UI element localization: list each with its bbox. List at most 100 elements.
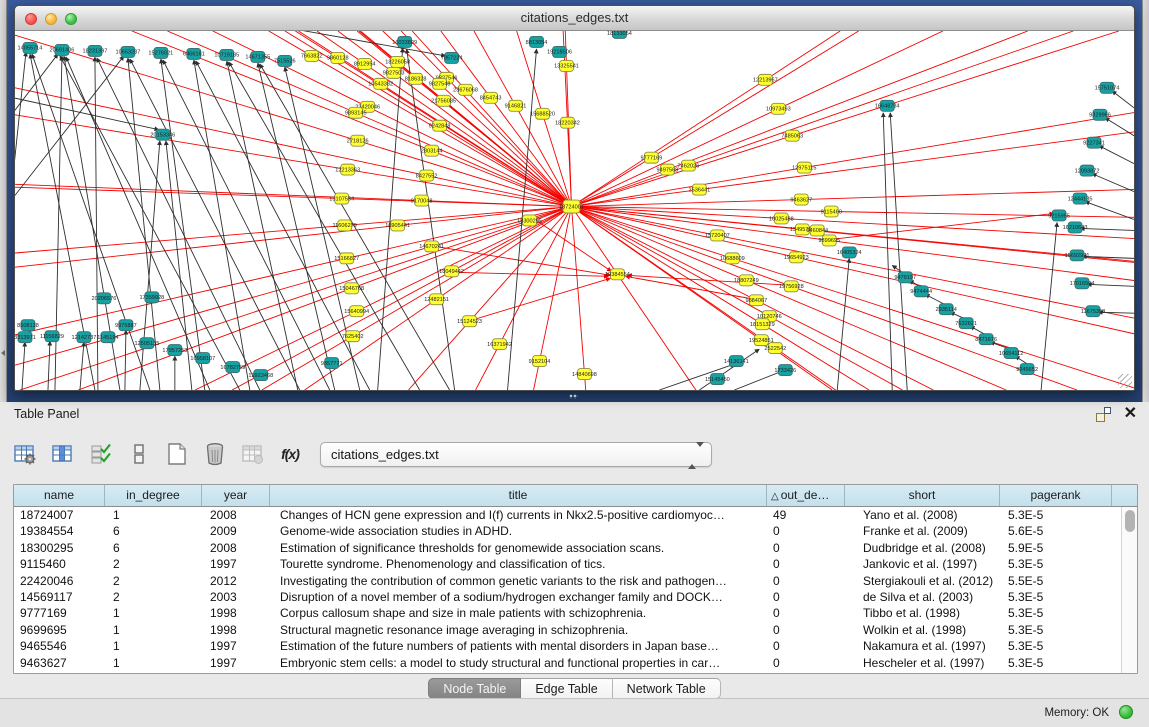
network-canvas[interactable]: 1405571420691406182313971065328715276021… [15,31,1134,390]
tab-edge-table[interactable]: Edge Table [521,678,612,699]
column-header-title[interactable]: title [270,485,767,506]
graph-node[interactable]: 18226058 [385,56,410,67]
graph-node[interactable]: 14840698 [572,369,597,380]
vertical-scrollbar[interactable] [1121,507,1137,673]
graph-node[interactable]: 17016504 [1070,278,1095,289]
graph-node[interactable]: 15276021 [148,47,173,58]
graph-node[interactable]: 8508138 [17,320,39,331]
graph-node[interactable]: 16782759 [220,362,245,373]
graph-node[interactable]: 12142737 [72,332,97,343]
graph-node[interactable]: 12093872 [1075,165,1100,176]
graph-node[interactable]: 15166827 [334,253,359,264]
table-row[interactable]: 969969511998Structural magnetic resonanc… [14,622,1121,638]
graph-node[interactable]: 11156829 [40,331,64,342]
graph-node[interactable]: 14136141 [724,356,749,367]
graph-node[interactable]: 13107554 [329,193,354,204]
graph-node[interactable]: 18133054 [607,31,632,38]
graph-node[interactable]: 15046768 [339,283,364,294]
graph-node[interactable]: 8912954 [354,58,376,69]
graph-node[interactable]: 9860128 [327,52,349,63]
window-titlebar[interactable]: citations_edges.txt [15,6,1134,31]
graph-node[interactable]: 9899695 [818,235,840,246]
collapse-arrow-icon[interactable] [1,350,5,356]
graph-node[interactable]: 7462026 [678,160,700,171]
delete-table-icon[interactable] [200,439,230,469]
table-row[interactable]: 1830029562008Estimation of significance … [14,540,1121,556]
right-panel-edge[interactable] [1142,0,1149,402]
graph-node[interactable]: 1733426 [774,365,796,376]
graph-node[interactable]: 12213967 [753,74,778,85]
graph-node[interactable]: 16405324 [837,247,862,258]
graph-node[interactable]: 18231397 [83,45,108,56]
graph-node[interactable]: 15751074 [1095,82,1120,93]
graph-node[interactable]: 21756085 [431,95,456,106]
graph-node[interactable]: 8813054 [526,36,548,47]
table-row[interactable]: 946362711997Embryonic stem cells: a mode… [14,655,1121,671]
graph-node[interactable]: 13325541 [554,60,579,71]
column-header-year[interactable]: year [202,485,270,506]
graph-node[interactable]: 9215955 [1048,210,1070,221]
tab-network-table[interactable]: Network Table [613,678,721,699]
window-resize-grip[interactable] [1118,374,1132,388]
graph-node[interactable]: 15692971 [1065,250,1090,261]
graph-node[interactable]: 20691406 [50,44,75,55]
graph-node[interactable]: 19756928 [779,281,804,292]
graph-node[interactable]: 15688520 [530,108,555,119]
graph-node[interactable]: 3313971 [15,332,36,343]
float-panel-icon[interactable] [1096,407,1111,422]
close-panel-icon[interactable]: ✕ [1124,404,1137,424]
graph-node[interactable]: 12444135 [1068,193,1093,204]
function-builder-icon[interactable]: f(x) [276,439,306,469]
graph-node[interactable]: 12482151 [424,294,449,305]
graph-node[interactable]: 14055714 [18,42,43,53]
pane-divider-grip[interactable] [569,394,578,399]
graph-node[interactable]: 19218506 [547,46,572,57]
graph-node[interactable]: 7632621 [955,318,977,329]
graph-node[interactable]: 19384554 [605,269,630,280]
graph-node[interactable]: 9857771 [321,358,343,369]
table-row[interactable]: 977716911998Corpus callosum shape and si… [14,605,1121,621]
new-table-icon[interactable] [162,439,192,469]
scrollbar-thumb[interactable] [1125,510,1135,532]
table-row[interactable]: 2242004622012Investigating the contribut… [14,573,1121,589]
column-header-in_degree[interactable]: in_degree [105,485,202,506]
graph-node[interactable]: 18049442 [439,266,464,277]
graph-node[interactable]: 19654923 [784,252,809,263]
citation-network-graph[interactable]: 1405571420691406182313971065328715276021… [15,31,1134,390]
merge-cells-icon[interactable] [124,439,154,469]
graph-node[interactable]: 9242848 [429,120,451,131]
table-row[interactable]: 1456911722003Disruption of a novel membe… [14,589,1121,605]
graph-node[interactable]: 7625402 [342,331,364,342]
graph-node[interactable]: 10025488 [769,213,794,224]
graph-node[interactable]: 10719185 [214,49,239,60]
graph-node[interactable]: 17957253 [162,345,187,356]
graph-node[interactable]: 7515526 [274,55,296,66]
graph-node[interactable]: 9777169 [641,152,663,163]
graph-node[interactable]: 2718126 [347,135,369,146]
graph-node[interactable]: 2935114 [936,304,957,315]
graph-node[interactable]: 16210643 [1063,222,1088,233]
graph-node[interactable]: 9329966 [1089,109,1111,120]
table-row[interactable]: 1872400712008Changes of HCN gene express… [14,507,1121,523]
graph-node[interactable]: 15124523 [457,316,482,327]
graph-node[interactable]: 16033809 [392,36,417,47]
select-column-icon[interactable] [48,439,78,469]
graph-node[interactable]: 8454743 [480,92,502,103]
graph-node[interactable]: 11606279 [332,220,356,231]
graph-node[interactable]: 9463627 [790,194,812,205]
left-panel-edge[interactable] [0,0,7,402]
tab-node-table[interactable]: Node Table [428,678,521,699]
graph-node[interactable]: 6466161 [183,48,205,59]
memory-ok-indicator[interactable] [1119,705,1133,719]
graph-node[interactable]: 10654112 [999,348,1023,359]
graph-node[interactable]: 11675358 [1081,306,1105,317]
table-settings-icon[interactable] [10,439,40,469]
graph-node[interactable]: 9245652 [1016,364,1038,375]
network-selector[interactable]: citations_edges.txt [320,442,712,467]
graph-node[interactable]: 14671355 [245,51,270,62]
graph-node[interactable]: 20206576 [91,293,116,304]
network-window[interactable]: citations_edges.txt 14055714 20691406 1823… [14,5,1135,391]
graph-node[interactable]: 9115460 [821,206,842,217]
graph-node[interactable]: 2803144 [421,145,443,156]
column-header-name[interactable]: name [14,485,105,506]
